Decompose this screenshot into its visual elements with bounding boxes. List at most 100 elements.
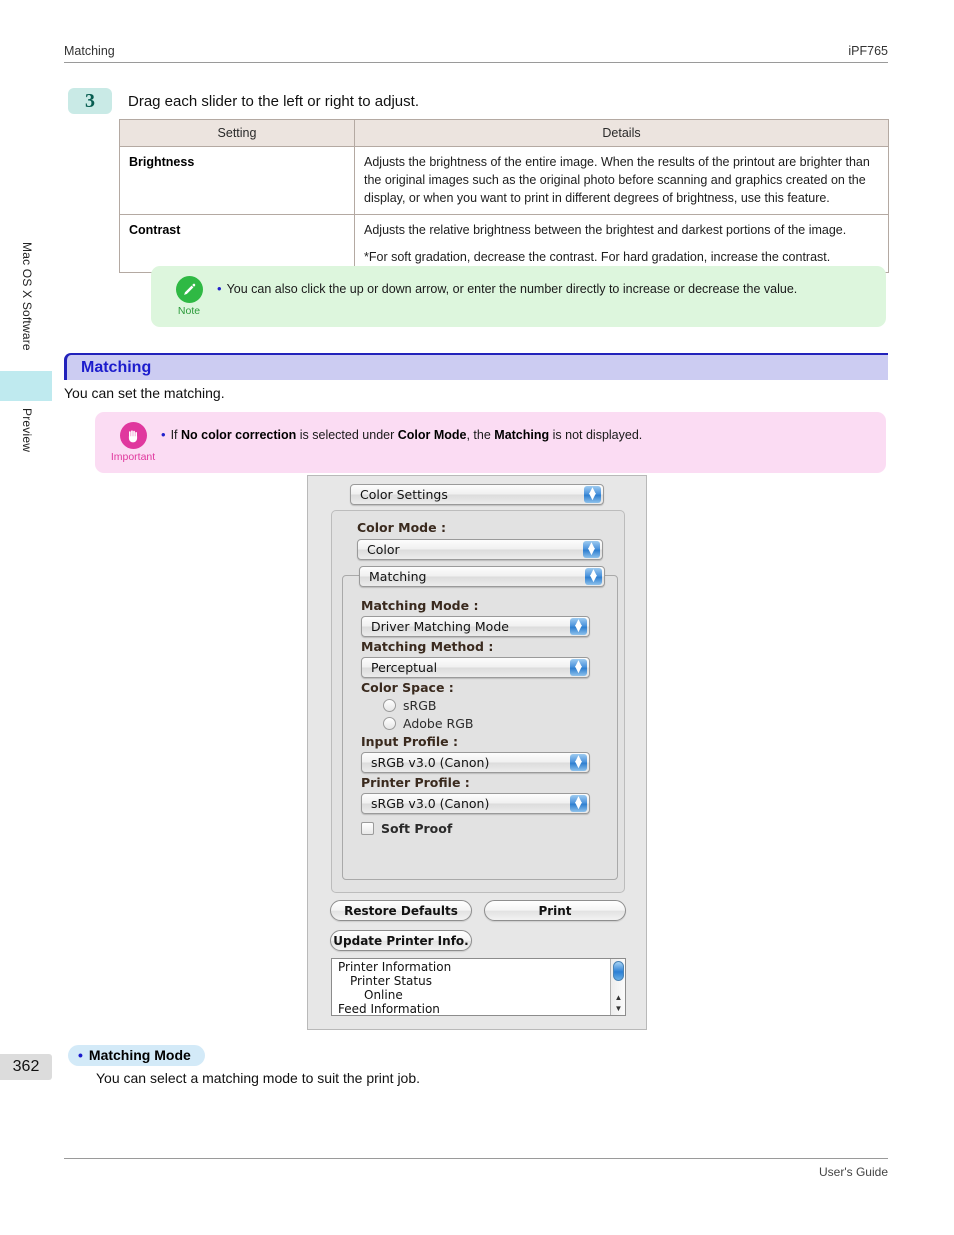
radio-unchecked-icon	[383, 717, 396, 730]
select-color-mode-value: Color	[367, 542, 400, 557]
select-matching-mode-value: Driver Matching Mode	[371, 619, 509, 634]
table-row: Brightness Adjusts the brightness of the…	[119, 146, 889, 215]
subsection-heading-matching-mode: • Matching Mode	[68, 1045, 205, 1066]
radio-srgb-label: sRGB	[403, 698, 437, 713]
details-paragraph: Adjusts the brightness of the entire ima…	[364, 155, 870, 206]
cell-details-contrast: Adjusts the relative brightness between …	[354, 213, 889, 273]
important-callout: Important • If No color correction is sel…	[95, 412, 886, 473]
rail-tab-preview[interactable]: Preview	[20, 408, 34, 452]
page-header: Matching iPF765	[64, 44, 888, 63]
table-header-row: Setting Details	[119, 118, 889, 148]
page-footer: User's Guide	[64, 1158, 888, 1179]
select-color-mode[interactable]: Color ▲ ▼	[357, 539, 603, 560]
important-label: Important	[110, 451, 156, 463]
subsection-heading-text: Matching Mode	[88, 1047, 191, 1063]
important-icon-group: Important	[105, 422, 161, 463]
chevron-updown-icon: ▲ ▼	[585, 568, 602, 585]
chevron-updown-icon: ▲ ▼	[570, 795, 587, 812]
matching-subgroup: Matching Mode : Driver Matching Mode ▲ ▼ …	[342, 575, 618, 880]
details-paragraph: *For soft gradation, decrease the contra…	[364, 249, 831, 264]
note-icon-group: Note	[161, 276, 217, 317]
col-header-details: Details	[354, 118, 889, 148]
cell-setting-contrast: Contrast	[119, 213, 355, 273]
header-model-name: iPF765	[848, 44, 888, 58]
important-text-p2: is selected under	[296, 428, 398, 442]
bullet-glyph: •	[78, 1047, 83, 1063]
print-button[interactable]: Print	[484, 900, 626, 921]
chevron-updown-icon: ▲ ▼	[570, 618, 587, 635]
select-matching-mode[interactable]: Driver Matching Mode ▲ ▼	[361, 616, 590, 637]
field-printer-profile: Printer Profile : sRGB v3.0 (Canon) ▲ ▼	[361, 775, 601, 814]
rail-tab-mac-os-x-software[interactable]: Mac OS X Software	[20, 242, 34, 351]
radio-unchecked-icon	[383, 699, 396, 712]
field-matching-mode: Matching Mode : Driver Matching Mode ▲ ▼	[361, 598, 601, 637]
radio-adobe-rgb-label: Adobe RGB	[403, 716, 474, 731]
bullet-glyph: •	[217, 281, 222, 296]
label-input-profile: Input Profile :	[361, 734, 459, 749]
field-matching-method: Matching Method : Perceptual ▲ ▼	[361, 639, 601, 678]
bullet-glyph: •	[161, 427, 166, 442]
step-row: 3 Drag each slider to the left or right …	[68, 88, 419, 114]
field-input-profile: Input Profile : sRGB v3.0 (Canon) ▲ ▼	[361, 734, 601, 773]
important-text-p1: If	[170, 428, 181, 442]
pencil-icon	[175, 276, 203, 303]
radio-adobe-rgb[interactable]: Adobe RGB	[383, 716, 601, 731]
section-intro-text: You can set the matching.	[64, 385, 225, 401]
step-instruction: Drag each slider to the left or right to…	[128, 92, 419, 110]
chevron-updown-icon: ▲ ▼	[583, 541, 600, 558]
field-color-space: Color Space : sRGB Adobe RGB	[361, 680, 601, 731]
color-settings-dialog-screenshot: Color Settings ▲ ▼ Color Mode : Color ▲ ▼ …	[307, 475, 647, 1030]
list-item: Feed Information	[338, 1001, 440, 1016]
select-input-profile-value: sRGB v3.0 (Canon)	[371, 755, 490, 770]
scrollbar-thumb[interactable]	[613, 961, 624, 981]
hand-stop-icon	[119, 422, 147, 449]
page-number: 362	[0, 1054, 52, 1080]
scrollbar-vertical[interactable]: ▲ ▼	[610, 959, 625, 1015]
color-settings-group: Color Mode : Color ▲ ▼ Matching ▲ ▼ Matchi…	[331, 510, 625, 893]
update-printer-info-button[interactable]: Update Printer Info.	[330, 930, 472, 951]
chevron-updown-icon: ▲ ▼	[570, 659, 587, 676]
important-text-b1: No color correction	[180, 428, 297, 442]
pane-select-value: Color Settings	[360, 487, 448, 502]
printer-information-list[interactable]: Printer Information Printer Status Onlin…	[331, 958, 626, 1016]
note-callout: Note • You can also click the up or down …	[151, 266, 886, 327]
section-header-matching: Matching	[64, 353, 888, 380]
select-input-profile[interactable]: sRGB v3.0 (Canon) ▲ ▼	[361, 752, 590, 773]
chevron-updown-icon: ▲ ▼	[570, 754, 587, 771]
label-matching-method: Matching Method :	[361, 639, 494, 654]
select-matching-value: Matching	[369, 569, 427, 584]
label-matching-mode: Matching Mode :	[361, 598, 479, 613]
important-text-p3: , the	[466, 428, 495, 442]
select-printer-profile-value: sRGB v3.0 (Canon)	[371, 796, 490, 811]
label-printer-profile: Printer Profile :	[361, 775, 470, 790]
restore-defaults-button[interactable]: Restore Defaults	[330, 900, 472, 921]
list-item: Printer Information	[338, 960, 452, 974]
select-printer-profile[interactable]: sRGB v3.0 (Canon) ▲ ▼	[361, 793, 590, 814]
step-number-badge: 3	[68, 88, 112, 114]
checkbox-unchecked-icon	[361, 822, 374, 835]
select-matching-method[interactable]: Perceptual ▲ ▼	[361, 657, 590, 678]
checkbox-soft-proof-label: Soft Proof	[381, 821, 453, 836]
list-item: Online	[364, 987, 403, 1002]
subsection-body-text: You can select a matching mode to suit t…	[96, 1070, 421, 1086]
details-paragraph: Adjusts the relative brightness between …	[364, 222, 847, 237]
list-item: Printer Status	[350, 973, 432, 988]
cell-setting-brightness: Brightness	[119, 146, 355, 215]
settings-table: Setting Details Brightness Adjusts the b…	[119, 118, 889, 273]
note-text: You can also click the up or down arrow,…	[226, 282, 798, 296]
scroll-down-arrow-icon[interactable]: ▼	[614, 1004, 623, 1013]
scroll-up-arrow-icon[interactable]: ▲	[614, 993, 623, 1002]
pane-select-color-settings[interactable]: Color Settings ▲ ▼	[350, 484, 604, 505]
side-rail: Mac OS X Software Preview 362	[0, 0, 54, 1235]
important-text-b3: Matching	[494, 428, 550, 442]
chevron-updown-icon: ▲ ▼	[584, 486, 601, 503]
note-label: Note	[177, 305, 201, 317]
cell-details-brightness: Adjusts the brightness of the entire ima…	[354, 146, 889, 215]
important-text-b2: Color Mode	[397, 428, 467, 442]
label-color-space: Color Space :	[361, 680, 454, 695]
select-matching[interactable]: Matching ▲ ▼	[359, 566, 605, 587]
checkbox-soft-proof[interactable]: Soft Proof	[361, 821, 601, 836]
radio-srgb[interactable]: sRGB	[383, 698, 601, 713]
col-header-setting: Setting	[119, 118, 355, 148]
important-text-p4: is not displayed.	[549, 428, 643, 442]
